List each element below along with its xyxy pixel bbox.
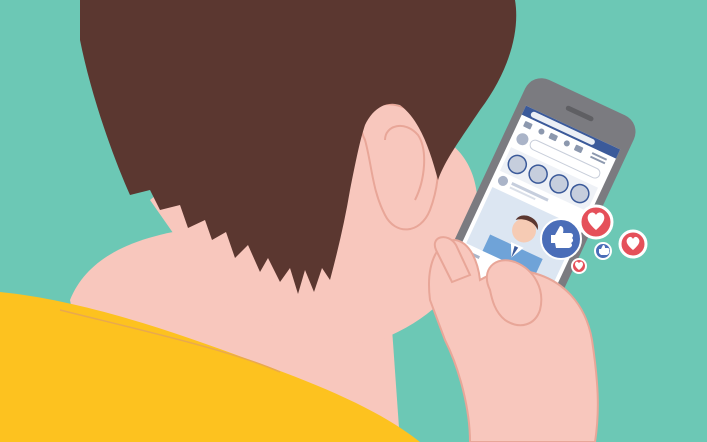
like-bubble-large [540,218,582,260]
illustration [0,0,707,442]
like-bubble-small [594,242,612,260]
heart-bubble-small [571,258,587,274]
heart-bubble-large [578,204,614,240]
heart-bubble-right [618,229,648,259]
